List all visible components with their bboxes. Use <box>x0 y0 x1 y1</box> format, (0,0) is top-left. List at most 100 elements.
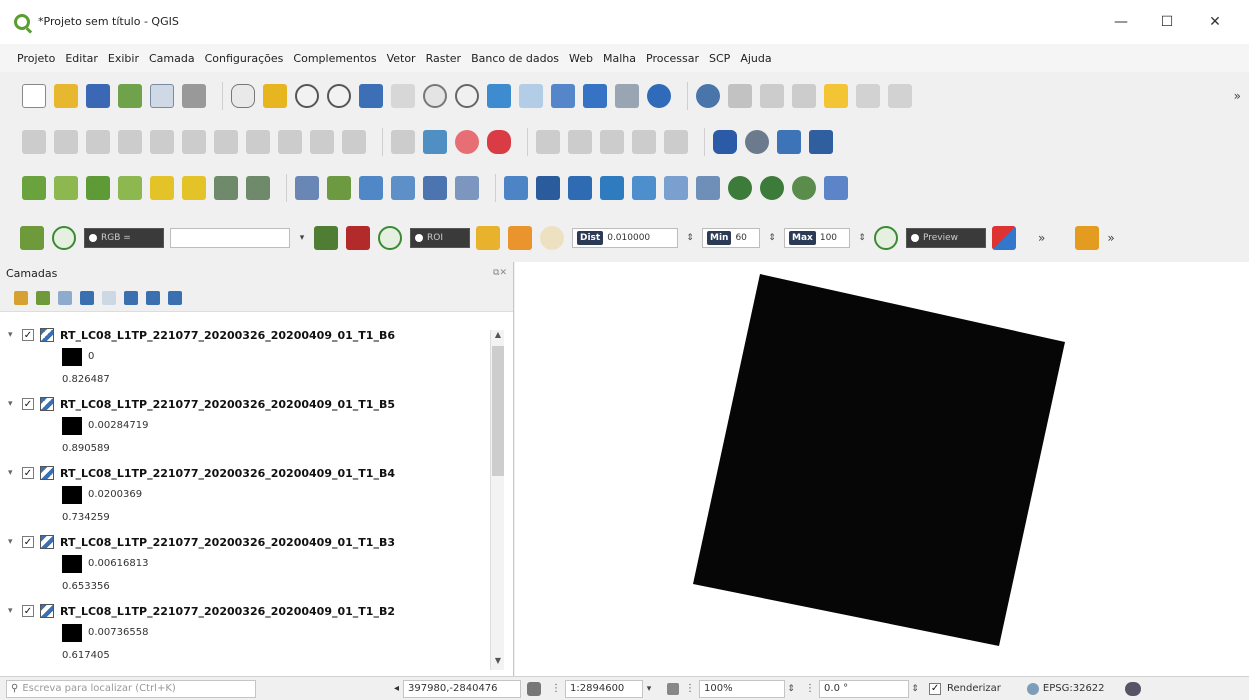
menu-ajuda[interactable]: Ajuda <box>735 52 776 65</box>
highlight-pinned-icon[interactable] <box>455 130 479 154</box>
layer-name[interactable]: RT_LC08_L1TP_221077_20200326_20200409_01… <box>60 536 395 549</box>
delete-selected-icon[interactable] <box>182 130 206 154</box>
change-label-icon[interactable] <box>664 130 688 154</box>
open-project-icon[interactable] <box>54 84 78 108</box>
scp-dock-icon[interactable] <box>20 226 44 250</box>
scp-preview-toggle[interactable]: Preview <box>906 228 986 248</box>
lock-scale-icon[interactable] <box>667 682 680 695</box>
layer-item[interactable]: ▾ ✓ RT_LC08_L1TP_221077_20200326_2020040… <box>0 462 490 531</box>
add-oracle-icon[interactable] <box>568 176 592 200</box>
layer-visibility-checkbox[interactable]: ✓ <box>22 467 34 479</box>
add-wfs-layer-icon[interactable] <box>327 176 351 200</box>
add-delimited-text-icon[interactable] <box>391 176 415 200</box>
temporal-controller-icon[interactable] <box>615 84 639 108</box>
scp-table-icon[interactable] <box>1075 226 1100 250</box>
select-features-icon[interactable] <box>760 84 784 108</box>
menu-configuracoes[interactable]: Configurações <box>200 52 289 65</box>
panel-float-close-icon[interactable]: ⧉✕ <box>493 268 507 278</box>
scp-zoom-preview-icon[interactable] <box>874 226 898 250</box>
scp-zoom-roi-icon[interactable] <box>378 226 402 250</box>
cut-features-icon[interactable] <box>214 130 238 154</box>
layer-visibility-checkbox[interactable]: ✓ <box>22 329 34 341</box>
add-group-icon[interactable] <box>36 290 50 305</box>
menu-raster[interactable]: Raster <box>421 52 466 65</box>
dist-field[interactable]: Dist 0.010000 <box>572 228 678 248</box>
new-shapefile-icon[interactable] <box>150 176 174 200</box>
scp-add-roi-icon[interactable] <box>508 226 532 250</box>
rgb-combo-dropdown-icon[interactable]: ▾ <box>296 228 308 248</box>
min-spinner-icon[interactable]: ⇕ <box>766 228 778 248</box>
add-wms-globe-icon[interactable] <box>728 176 752 200</box>
expand-arrow-icon[interactable]: ▾ <box>8 399 22 409</box>
database-icon[interactable] <box>713 130 737 154</box>
add-wms-layer-icon[interactable] <box>295 176 319 200</box>
scp-draw-roi-icon[interactable] <box>476 226 500 250</box>
zoom-selection-icon[interactable] <box>391 84 415 108</box>
more-tools-icon[interactable]: » <box>1234 89 1241 103</box>
style-manager-icon[interactable] <box>182 84 206 108</box>
menu-complementos[interactable]: Complementos <box>288 52 381 65</box>
maximize-button[interactable]: ☐ <box>1144 6 1190 38</box>
minimize-button[interactable]: — <box>1098 6 1144 38</box>
zoom-in-icon[interactable] <box>295 84 319 108</box>
scrollbar-thumb[interactable] <box>492 346 504 476</box>
menu-camada[interactable]: Camada <box>144 52 200 65</box>
scp-classification-preview-icon[interactable] <box>992 226 1016 250</box>
scp-more-right-icon[interactable]: » <box>1107 231 1114 245</box>
zoom-out-icon[interactable] <box>327 84 351 108</box>
undo-icon[interactable] <box>310 130 334 154</box>
new-geopackage-icon[interactable] <box>182 176 206 200</box>
scp-rgb-toggle[interactable]: RGB = <box>84 228 164 248</box>
render-checkbox[interactable]: ✓ <box>929 682 942 695</box>
crs-globe-icon[interactable] <box>1026 682 1039 695</box>
add-arcgis-icon[interactable] <box>696 176 720 200</box>
layer-name[interactable]: RT_LC08_L1TP_221077_20200326_20200409_01… <box>60 329 395 342</box>
new-temp-layer-icon[interactable] <box>246 176 270 200</box>
add-wcs-icon[interactable] <box>632 176 656 200</box>
help-book-icon[interactable] <box>809 130 833 154</box>
filter-legend-icon[interactable] <box>80 290 94 305</box>
add-feature-icon[interactable] <box>118 130 142 154</box>
layer-name[interactable]: RT_LC08_L1TP_221077_20200326_20200409_01… <box>60 605 395 618</box>
new-project-icon[interactable] <box>22 84 46 108</box>
zoom-native-icon[interactable] <box>455 84 479 108</box>
collapse-all-icon[interactable] <box>146 290 160 305</box>
scroll-down-icon[interactable]: ▼ <box>491 656 505 670</box>
plugin-globe-icon[interactable] <box>745 130 769 154</box>
layer-name[interactable]: RT_LC08_L1TP_221077_20200326_20200409_01… <box>60 467 395 480</box>
pan-hand-icon[interactable] <box>231 84 255 108</box>
expand-arrow-icon[interactable]: ▾ <box>8 468 22 478</box>
pin-labels-icon[interactable] <box>536 130 560 154</box>
expand-arrow-icon[interactable]: ▾ <box>8 537 22 547</box>
actions-icon[interactable] <box>728 84 752 108</box>
layer-tree-scrollbar[interactable]: ▲ ▼ <box>490 330 504 670</box>
vertex-tool-icon[interactable] <box>150 130 174 154</box>
add-geonode-icon[interactable] <box>824 176 848 200</box>
zoom-last-icon[interactable] <box>487 84 511 108</box>
add-virtual-layer-icon[interactable] <box>455 176 479 200</box>
show-hide-labels-icon[interactable] <box>568 130 592 154</box>
expand-arrow-icon[interactable]: ▾ <box>8 606 22 616</box>
scroll-up-icon[interactable]: ▲ <box>491 330 505 344</box>
min-field[interactable]: Min 60 <box>702 228 760 248</box>
menu-exibir[interactable]: Exibir <box>103 52 144 65</box>
scp-roi-pointer-icon[interactable] <box>346 226 370 250</box>
max-spinner-icon[interactable]: ⇕ <box>856 228 868 248</box>
rotation-spinner-icon[interactable]: ⇕ <box>909 679 921 699</box>
layer-visibility-checkbox[interactable]: ✓ <box>22 605 34 617</box>
add-wcs-globe-icon[interactable] <box>760 176 784 200</box>
filter-by-expression-icon[interactable] <box>102 290 116 305</box>
menu-malha[interactable]: Malha <box>598 52 641 65</box>
pan-to-selection-icon[interactable] <box>263 84 287 108</box>
add-vector-layer-icon[interactable] <box>359 176 383 200</box>
layout-manager-icon[interactable] <box>150 84 174 108</box>
layer-item[interactable]: ▾ ✓ RT_LC08_L1TP_221077_20200326_2020040… <box>0 531 490 600</box>
move-label-icon[interactable] <box>600 130 624 154</box>
layer-item[interactable]: ▾ ✓ RT_LC08_L1TP_221077_20200326_2020040… <box>0 393 490 462</box>
python-console-icon[interactable] <box>777 130 801 154</box>
layer-labeling-icon[interactable] <box>423 130 447 154</box>
new-map-view-icon[interactable] <box>551 84 575 108</box>
save-project-icon[interactable] <box>86 84 110 108</box>
add-mesh-layer-icon[interactable] <box>54 176 78 200</box>
add-raster-layer-icon[interactable] <box>22 176 46 200</box>
